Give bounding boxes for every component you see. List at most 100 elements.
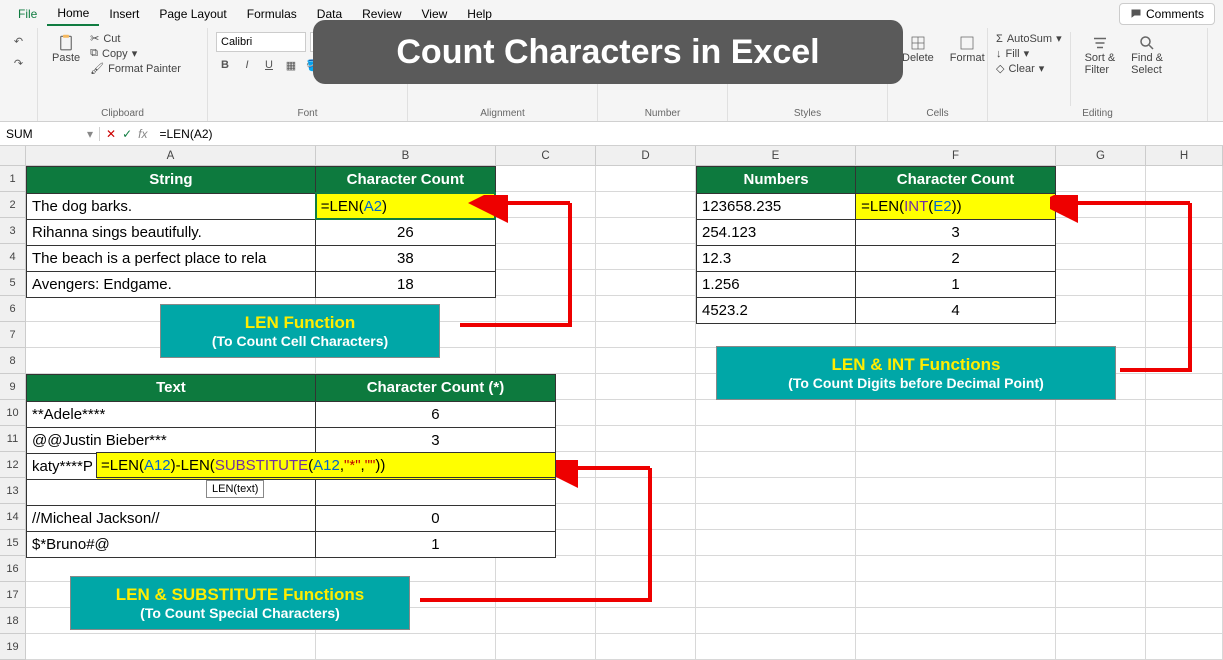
cell-A14[interactable]: //Micheal Jackson//	[27, 505, 316, 531]
grid-cell[interactable]	[496, 608, 596, 634]
grid-cell[interactable]	[496, 296, 596, 322]
grid-cell[interactable]	[1056, 244, 1146, 270]
tab-insert[interactable]: Insert	[99, 3, 149, 25]
grid-cell[interactable]	[1056, 218, 1146, 244]
sort-filter-button[interactable]: Sort & Filter	[1079, 32, 1122, 78]
row-header-4[interactable]: 4	[0, 244, 26, 270]
row-header-9[interactable]: 9	[0, 374, 26, 400]
autosum-button[interactable]: Σ AutoSum ▾	[996, 32, 1062, 45]
grid-cell[interactable]	[1056, 270, 1146, 296]
cell-B14[interactable]: 0	[316, 505, 555, 531]
enter-icon[interactable]: ✓	[122, 127, 132, 141]
cell-B3[interactable]: 26	[316, 219, 495, 245]
grid-cell[interactable]	[696, 530, 856, 556]
tab-page-layout[interactable]: Page Layout	[149, 3, 236, 25]
cell-E3[interactable]: 254.123	[697, 219, 856, 245]
cell-A4[interactable]: The beach is a perfect place to rela	[27, 245, 316, 271]
fx-icon[interactable]: fx	[138, 127, 147, 141]
cell-F5[interactable]: 1	[856, 271, 1055, 297]
grid-cell[interactable]	[596, 192, 696, 218]
row-header-10[interactable]: 10	[0, 400, 26, 426]
grid-cell[interactable]	[696, 452, 856, 478]
grid-cell[interactable]	[596, 556, 696, 582]
format-button[interactable]: Format	[944, 32, 991, 66]
cell-A15[interactable]: $*Bruno#@	[27, 531, 316, 557]
grid-cell[interactable]	[596, 218, 696, 244]
row-header-1[interactable]: 1	[0, 166, 26, 192]
col-header-B[interactable]: B	[316, 146, 496, 165]
grid-cell[interactable]	[1056, 296, 1146, 322]
grid-cell[interactable]	[696, 504, 856, 530]
grid-cell[interactable]	[1146, 348, 1223, 374]
col-header-F[interactable]: F	[856, 146, 1056, 165]
row-header-13[interactable]: 13	[0, 478, 26, 504]
grid-cell[interactable]	[856, 582, 1056, 608]
grid-cell[interactable]	[1056, 530, 1146, 556]
grid-cell[interactable]	[1146, 244, 1223, 270]
grid-cell[interactable]	[856, 504, 1056, 530]
cell-E5[interactable]: 1.256	[697, 271, 856, 297]
grid-cell[interactable]	[856, 556, 1056, 582]
grid-cell[interactable]	[1056, 192, 1146, 218]
grid-cell[interactable]	[1056, 166, 1146, 192]
grid-cell[interactable]	[856, 322, 1056, 348]
grid-cell[interactable]	[1056, 322, 1146, 348]
cell-F2[interactable]: =LEN(INT(E2))	[856, 193, 1055, 219]
row-header-15[interactable]: 15	[0, 530, 26, 556]
cell-B10[interactable]: 6	[316, 401, 555, 427]
grid-cell[interactable]	[496, 582, 596, 608]
grid-cell[interactable]	[856, 400, 1056, 426]
grid-cell[interactable]	[1146, 374, 1223, 400]
undo-icon[interactable]: ↶	[10, 32, 28, 50]
grid-cell[interactable]	[1146, 322, 1223, 348]
grid-cell[interactable]	[696, 322, 856, 348]
col-header-D[interactable]: D	[596, 146, 696, 165]
cell-F3[interactable]: 3	[856, 219, 1055, 245]
grid-cell[interactable]	[596, 270, 696, 296]
cell-B4[interactable]: 38	[316, 245, 495, 271]
redo-icon[interactable]: ↷	[10, 54, 28, 72]
grid-cell[interactable]	[596, 530, 696, 556]
grid-cell[interactable]	[496, 556, 596, 582]
find-select-button[interactable]: Find & Select	[1125, 32, 1169, 78]
grid-cell[interactable]	[596, 322, 696, 348]
grid-cell[interactable]	[316, 634, 496, 660]
grid-cell[interactable]	[856, 530, 1056, 556]
row-header-16[interactable]: 16	[0, 556, 26, 582]
grid-cell[interactable]	[1146, 270, 1223, 296]
grid-cell[interactable]	[856, 426, 1056, 452]
name-box[interactable]: SUM▾	[0, 127, 100, 141]
grid-cell[interactable]	[596, 296, 696, 322]
grid-cell[interactable]	[696, 556, 856, 582]
grid-cell[interactable]	[1056, 634, 1146, 660]
row-header-14[interactable]: 14	[0, 504, 26, 530]
col-header-G[interactable]: G	[1056, 146, 1146, 165]
grid-cell[interactable]	[596, 400, 696, 426]
grid-cell[interactable]	[1146, 192, 1223, 218]
cell-A3[interactable]: Rihanna sings beautifully.	[27, 219, 316, 245]
grid-cell[interactable]	[596, 348, 696, 374]
grid-cell[interactable]	[1146, 166, 1223, 192]
comments-button[interactable]: Comments	[1119, 3, 1215, 25]
grid-cell[interactable]	[1146, 452, 1223, 478]
row-header-8[interactable]: 8	[0, 348, 26, 374]
grid-cell[interactable]	[596, 634, 696, 660]
grid-cell[interactable]	[596, 426, 696, 452]
grid-cell[interactable]	[696, 478, 856, 504]
copy-button[interactable]: ⧉ Copy ▾	[90, 47, 181, 60]
grid-cell[interactable]	[1056, 478, 1146, 504]
grid-cell[interactable]	[856, 634, 1056, 660]
grid-cell[interactable]	[1056, 426, 1146, 452]
font-name-input[interactable]	[216, 32, 306, 52]
cell-B13[interactable]	[316, 479, 555, 505]
row-header-6[interactable]: 6	[0, 296, 26, 322]
grid-cell[interactable]	[596, 504, 696, 530]
clear-button[interactable]: ◇ Clear ▾	[996, 62, 1062, 75]
grid-cell[interactable]	[696, 582, 856, 608]
grid-cell[interactable]	[496, 270, 596, 296]
grid-cell[interactable]	[1146, 634, 1223, 660]
grid-cell[interactable]	[596, 452, 696, 478]
cell-B5[interactable]: 18	[316, 271, 495, 297]
col-header-E[interactable]: E	[696, 146, 856, 165]
grid-cell[interactable]	[1146, 608, 1223, 634]
